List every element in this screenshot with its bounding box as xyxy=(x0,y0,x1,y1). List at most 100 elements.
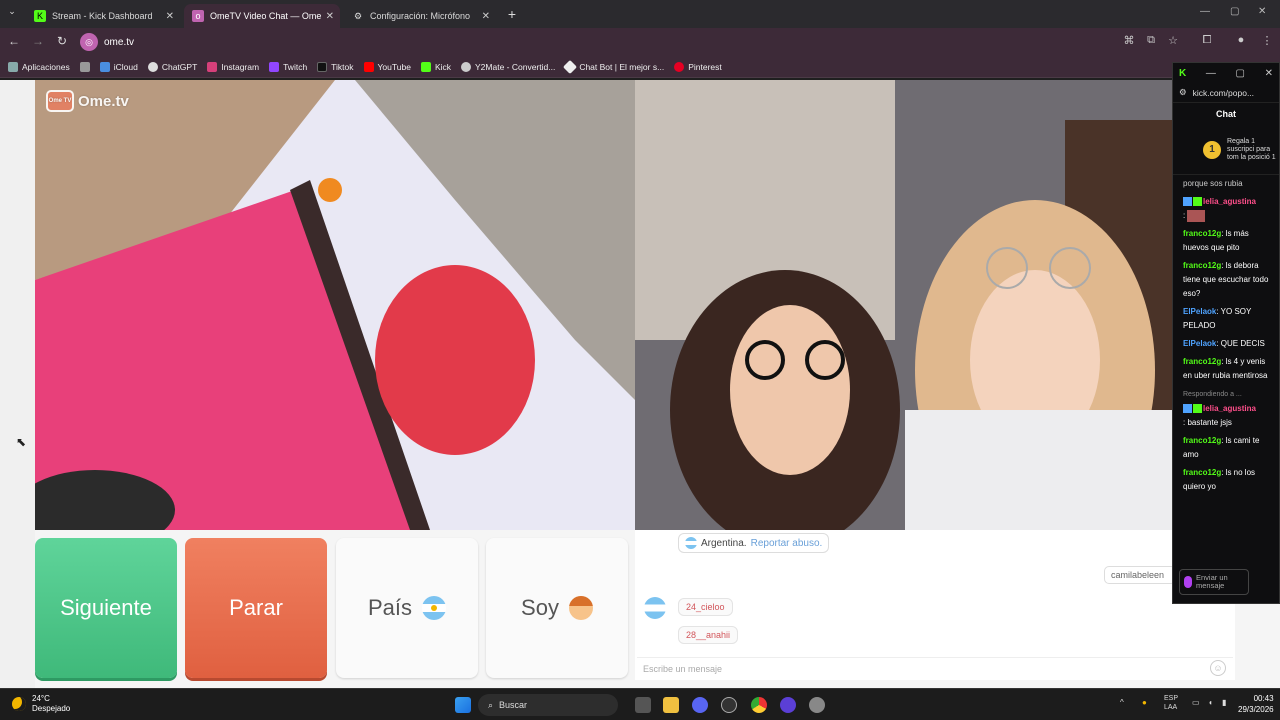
tiktok-icon xyxy=(317,61,328,72)
file-explorer-icon[interactable] xyxy=(663,697,679,713)
country-filter-button[interactable]: País xyxy=(336,538,478,678)
network-icon[interactable]: ▭ xyxy=(1192,698,1200,707)
kick-message-input[interactable]: Enviar un mensaje xyxy=(1179,569,1249,595)
task-view-icon[interactable] xyxy=(635,697,651,713)
taskbar-clock[interactable]: 00:43 29/3/2026 xyxy=(1238,693,1274,715)
page-left-margin xyxy=(0,80,35,688)
bookmark-icloud[interactable]: iCloud xyxy=(99,61,138,72)
kick-username[interactable]: ElPelaok xyxy=(1183,307,1216,316)
stop-button[interactable]: Parar xyxy=(185,538,327,678)
kick-username[interactable]: franco12g xyxy=(1183,436,1221,445)
chat-message-input[interactable]: Escribe un mensaje xyxy=(637,657,1233,679)
settings-icon[interactable] xyxy=(809,697,825,713)
kick-username[interactable]: franco12g xyxy=(1183,468,1221,477)
windows-start-icon[interactable] xyxy=(455,697,471,713)
kick-username[interactable]: lelia_agustina xyxy=(1203,404,1256,413)
volume-icon[interactable]: ◖ xyxy=(1208,698,1213,707)
tray-overflow-icon[interactable]: ^ xyxy=(1120,698,1124,707)
close-window-icon[interactable]: ✕ xyxy=(1265,68,1273,79)
profile-avatar[interactable]: ● xyxy=(1234,34,1248,46)
bookmark-chatgpt[interactable]: ChatGPT xyxy=(147,61,197,72)
language-code: ESP xyxy=(1164,695,1179,702)
ometv-icon: o xyxy=(192,10,204,22)
bookmark-chatbot[interactable]: Chat Bot | El mejor s... xyxy=(563,59,664,74)
kick-username[interactable]: franco12g xyxy=(1183,261,1221,270)
maximize-icon[interactable]: ▢ xyxy=(1236,68,1245,79)
url-field[interactable]: ◎ ome.tv xyxy=(80,32,1180,52)
y2mate-icon xyxy=(461,61,471,72)
kick-message-text: : xyxy=(1183,211,1186,220)
extensions-icon[interactable]: ⧠ xyxy=(1200,34,1214,47)
kick-window-titlebar: K — ▢ ✕ xyxy=(1173,63,1279,83)
translate-icon[interactable]: ⌘ xyxy=(1122,34,1136,47)
chrome-icon[interactable] xyxy=(751,697,767,713)
cast-icon[interactable]: ⧉ xyxy=(1144,34,1158,47)
language-indicator[interactable]: ESP LAA xyxy=(1164,694,1178,712)
kick-message-text: : bastante jsjs xyxy=(1183,418,1232,427)
bookmark-tiktok[interactable]: Tiktok xyxy=(317,61,354,72)
kick-username[interactable]: lelia_agustina xyxy=(1203,197,1256,206)
badge-icon xyxy=(1193,197,1202,207)
bookmark-youtube[interactable]: YouTube xyxy=(363,61,411,72)
bookmark-kick[interactable]: Kick xyxy=(420,61,451,72)
close-icon[interactable]: ✕ xyxy=(326,11,334,22)
taskbar-search[interactable]: ⌕ Buscar xyxy=(478,694,618,716)
report-abuse-link[interactable]: Reportar abuso. xyxy=(751,538,823,549)
bookmark-twitch[interactable]: Twitch xyxy=(269,61,307,72)
microphone-icon[interactable] xyxy=(1184,576,1192,588)
partner-video-frame xyxy=(35,80,635,530)
gift-sub-banner[interactable]: 1 Regala 1 suscripci para tom la posició… xyxy=(1173,125,1279,175)
minimize-icon[interactable]: — xyxy=(1206,68,1216,79)
bookmark-star-icon[interactable]: ☆ xyxy=(1166,34,1180,47)
tab-ometv[interactable]: o OmeTV Video Chat — Ome ✕ xyxy=(184,4,340,28)
kick-username[interactable]: ElPelaok xyxy=(1183,339,1216,348)
bookmark-label: Aplicaciones xyxy=(22,61,70,72)
discord-icon[interactable] xyxy=(692,697,708,713)
windows-taskbar: 24°C Despejado ⌕ Buscar ^ ● ESP LAA ▭ ◖ ▮ … xyxy=(0,688,1280,720)
kick-message-fragment: porque sos rubia xyxy=(1183,179,1243,188)
bookmark-y2mate[interactable]: Y2Mate - Convertid... xyxy=(461,61,555,72)
tab-kick-dashboard[interactable]: K Stream - Kick Dashboard ✕ xyxy=(26,4,180,28)
bookmark-grid[interactable] xyxy=(79,61,90,72)
kick-message: franco12g: ls más huevos que pito xyxy=(1183,227,1269,255)
new-tab-button[interactable]: + xyxy=(504,6,520,22)
chat-message: 28__anahii xyxy=(678,626,739,644)
forward-icon[interactable]: → xyxy=(30,34,46,48)
bookmark-apps[interactable]: Aplicaciones xyxy=(8,61,70,72)
tab-search-icon[interactable]: ⌄ xyxy=(4,6,20,17)
bookmark-label: YouTube xyxy=(377,61,411,72)
tab-microphone-settings[interactable]: ⚙ Configuración: Micrófono ✕ xyxy=(344,4,496,28)
site-settings-icon[interactable]: ⚙ xyxy=(1179,87,1187,98)
menu-icon[interactable]: ⋮ xyxy=(1260,34,1274,47)
bookmark-label: Instagram xyxy=(221,61,260,72)
kick-message: lelia_agustina: xyxy=(1183,195,1269,223)
youtube-icon xyxy=(363,61,374,72)
battery-icon[interactable]: ▮ xyxy=(1222,698,1226,707)
obs-icon[interactable] xyxy=(721,697,737,713)
logo-text: Ome.tv xyxy=(78,92,129,110)
stop-label: Parar xyxy=(229,595,283,620)
bookmark-instagram[interactable]: Instagram xyxy=(207,61,260,72)
bookmark-pinterest[interactable]: Pinterest xyxy=(674,61,722,72)
search-icon: ⌕ xyxy=(488,699,494,710)
minimize-icon[interactable]: — xyxy=(1200,6,1210,17)
reload-icon[interactable]: ↻ xyxy=(54,34,70,48)
gender-button[interactable]: Soy xyxy=(486,538,628,678)
close-icon[interactable]: ✕ xyxy=(482,11,490,22)
kick-chat-title: Chat xyxy=(1216,109,1236,119)
kick-username[interactable]: franco12g xyxy=(1183,229,1221,238)
weather-widget[interactable]: 24°C Despejado xyxy=(12,694,70,714)
kick-username[interactable]: franco12g xyxy=(1183,357,1221,366)
next-button[interactable]: Siguiente xyxy=(35,538,177,678)
emoji-icon[interactable]: ☺ xyxy=(1210,660,1226,676)
maximize-icon[interactable]: ▢ xyxy=(1230,6,1239,17)
close-window-icon[interactable]: ✕ xyxy=(1258,6,1266,17)
close-icon[interactable]: ✕ xyxy=(166,11,174,22)
emote-icon xyxy=(1187,209,1206,222)
microphone-tray-icon[interactable]: ● xyxy=(1142,698,1147,707)
argentina-flag-icon xyxy=(422,596,447,620)
clock-time: 00:43 xyxy=(1253,694,1274,703)
back-icon[interactable]: ← xyxy=(6,34,22,48)
site-info-icon[interactable]: ◎ xyxy=(80,33,98,51)
app-icon[interactable] xyxy=(780,697,796,713)
